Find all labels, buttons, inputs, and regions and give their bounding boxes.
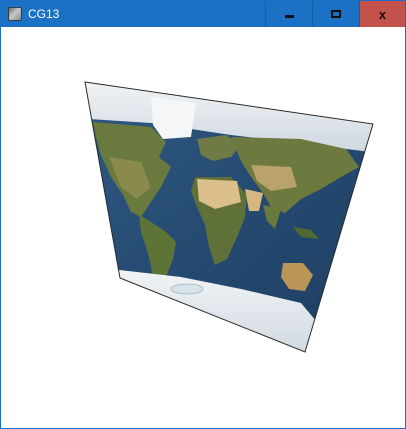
minimize-button[interactable] [265, 1, 312, 27]
maximize-button[interactable] [312, 1, 359, 27]
close-icon: x [378, 6, 387, 22]
ice-shelf [170, 283, 204, 295]
minimize-icon [284, 14, 294, 18]
app-icon [8, 7, 22, 21]
world-map-quad [84, 81, 374, 353]
title-bar[interactable]: CG13 x [1, 1, 405, 27]
window-title: CG13 [28, 7, 60, 21]
app-window: CG13 x [0, 0, 406, 429]
close-button[interactable]: x [359, 1, 405, 27]
scene-viewport [84, 81, 374, 353]
maximize-icon [331, 10, 341, 18]
render-canvas[interactable] [1, 27, 405, 428]
